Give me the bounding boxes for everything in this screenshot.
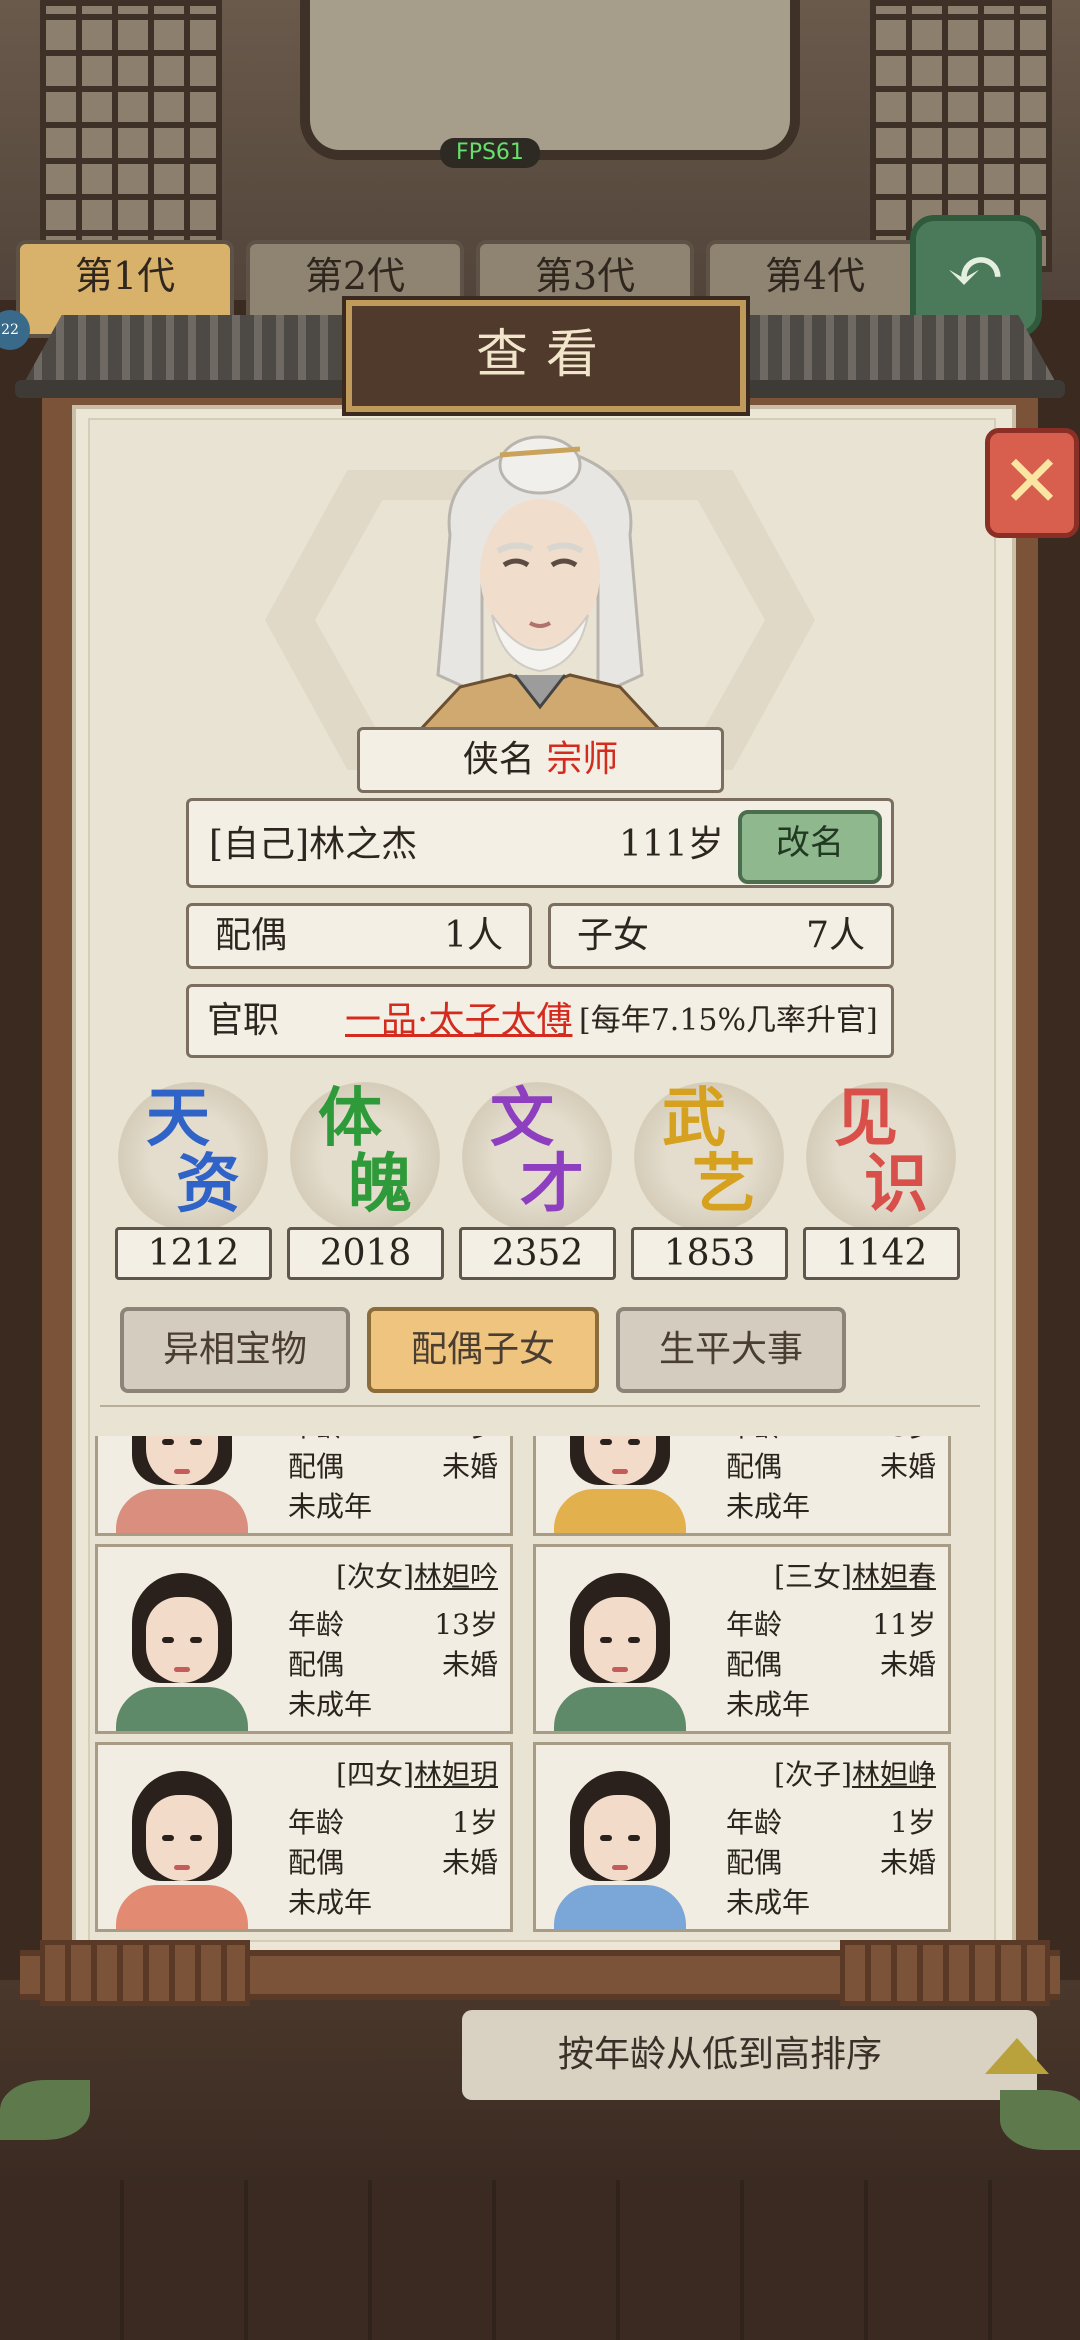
title-field: 侠名 宗师: [357, 727, 724, 793]
stat-value-insight: 1142: [803, 1227, 960, 1280]
return-arrow-icon: ↶: [946, 230, 1006, 312]
sort-toggle-icon[interactable]: [985, 2038, 1049, 2074]
spouse-count-field: 配偶 1人: [186, 903, 532, 969]
child-avatar: [546, 1436, 694, 1533]
panel-title: 查看: [342, 296, 750, 416]
tab-treasures[interactable]: 异相宝物: [120, 1307, 350, 1393]
child-name[interactable]: [次子]林妲峥: [686, 1753, 936, 1793]
section-divider: [100, 1405, 980, 1417]
child-avatar: [108, 1753, 256, 1929]
child-card[interactable]: [长女]林妲…年龄14岁配偶未婚未成年: [95, 1436, 513, 1536]
stat-label-insight: 见识: [834, 1081, 928, 1222]
child-card[interactable]: [四女]林妲玥 年龄 1岁 配偶 未婚 未成年: [95, 1742, 513, 1932]
plant-leaf-left: [0, 2080, 90, 2140]
rail-ornament-left: [40, 1940, 250, 2006]
character-name: [自己]林之杰: [209, 824, 418, 865]
fps-counter: FPS61: [440, 138, 540, 168]
child-card[interactable]: [长子]林妲…年龄13岁配偶未婚未成年: [533, 1436, 951, 1536]
title-value: 宗师: [546, 739, 619, 780]
sort-order-bar[interactable]: 按年龄从低到高排序: [462, 2010, 1037, 2100]
lattice-window-left: [40, 0, 222, 272]
tab-life-events[interactable]: 生平大事: [616, 1307, 846, 1393]
office-field: 官职 一品·太子太傅 [每年7.15%几率升官]: [186, 984, 894, 1058]
child-avatar: [546, 1753, 694, 1929]
office-promotion-note: [每年7.15%几率升官]: [579, 1003, 878, 1038]
close-button[interactable]: ✕: [985, 428, 1079, 538]
office-title-link[interactable]: 一品·太子太傅: [345, 987, 572, 1055]
child-avatar: [108, 1555, 256, 1731]
plant-leaf-right: [1000, 2090, 1080, 2150]
child-name[interactable]: [四女]林妲玥: [248, 1753, 498, 1793]
child-card[interactable]: [次女]林妲吟 年龄 13岁 配偶 未婚 未成年: [95, 1544, 513, 1734]
stat-value-literature: 2352: [459, 1227, 616, 1280]
close-icon: ✕: [1001, 439, 1063, 523]
rail-ornament-right: [840, 1940, 1050, 2006]
child-card[interactable]: [三女]林妲春 年龄 11岁 配偶 未婚 未成年: [533, 1544, 951, 1734]
character-age: 111岁: [619, 824, 724, 865]
painting-window: [300, 0, 800, 160]
stat-value-physique: 2018: [287, 1227, 444, 1280]
child-avatar: [546, 1555, 694, 1731]
stat-label-physique: 体魄: [318, 1081, 412, 1222]
stat-label-literature: 文才: [490, 1081, 584, 1222]
children-list[interactable]: [长女]林妲…年龄14岁配偶未婚未成年[长子]林妲…年龄13岁配偶未婚未成年[次…: [95, 1436, 965, 1948]
spouse-count: 1人: [444, 915, 503, 956]
children-label: 子女: [577, 915, 650, 956]
children-count: 7人: [806, 915, 865, 956]
tab-spouse-children[interactable]: 配偶子女: [367, 1307, 599, 1393]
office-label: 官职: [207, 1000, 280, 1041]
character-portrait: [417, 435, 663, 730]
stat-label-aptitude: 天资: [146, 1081, 240, 1222]
child-name[interactable]: [三女]林妲春: [686, 1555, 936, 1595]
rename-button[interactable]: 改名: [738, 810, 882, 884]
stat-label-martial: 武艺: [662, 1081, 756, 1222]
spouse-label: 配偶: [215, 915, 288, 956]
stat-value-martial: 1853: [631, 1227, 788, 1280]
child-card[interactable]: [次子]林妲峥 年龄 1岁 配偶 未婚 未成年: [533, 1742, 951, 1932]
title-label: 侠名: [462, 739, 535, 780]
child-avatar: [108, 1436, 256, 1533]
stat-value-aptitude: 1212: [115, 1227, 272, 1280]
floor: [0, 2180, 1080, 2340]
children-count-field: 子女 7人: [548, 903, 894, 969]
child-name[interactable]: [次女]林妲吟: [248, 1555, 498, 1595]
